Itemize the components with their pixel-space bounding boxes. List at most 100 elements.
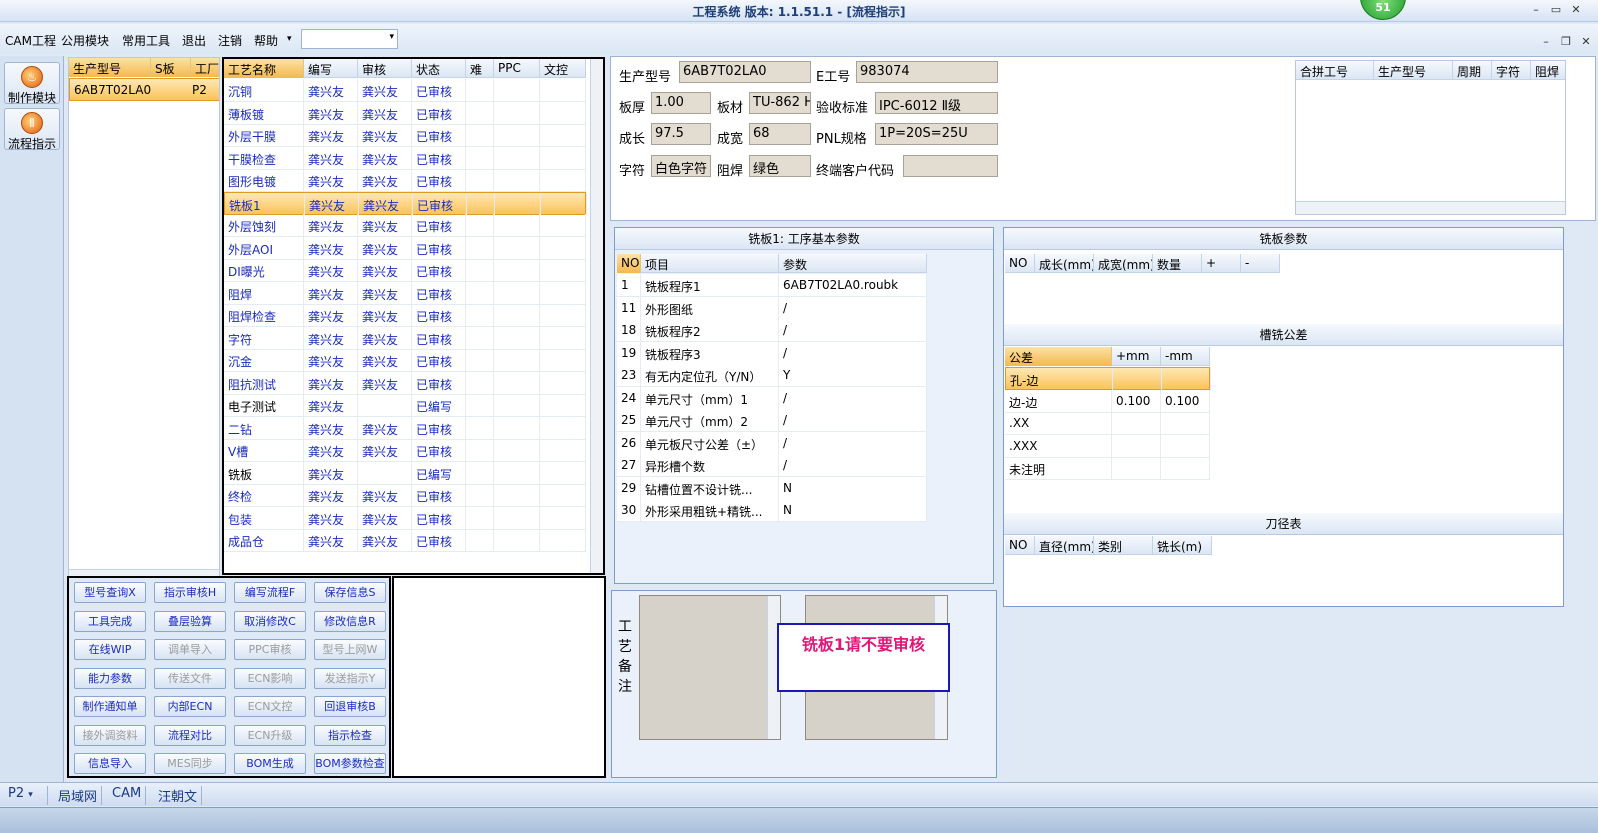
col-header[interactable]: 公差 (1005, 347, 1112, 366)
table-row[interactable]: 29 钻槽位置不设计铣... N (617, 476, 927, 500)
add-button[interactable]: + (1202, 254, 1241, 273)
action-button[interactable]: BOM生成 (234, 753, 306, 774)
menu-logout[interactable]: 注销 (218, 32, 242, 49)
table-row[interactable]: 25 单元尺寸（mm）2/ (617, 409, 927, 432)
table-row[interactable]: 薄板镀 龚兴友 龚兴友 已审核 (224, 101, 586, 125)
col-header[interactable]: 类别 (1094, 536, 1153, 555)
col-header[interactable]: 编写 (304, 59, 358, 78)
action-button[interactable]: ECN升级 (234, 724, 306, 746)
col-header[interactable]: 生产型号 (1374, 61, 1453, 80)
action-button[interactable]: 编写流程F (234, 582, 306, 603)
col-header[interactable]: 生产型号 (69, 58, 151, 77)
action-button[interactable]: 发送指示Y (314, 667, 386, 689)
action-button[interactable]: 工具完成 (74, 610, 146, 632)
table-row[interactable]: 23 有无内定位孔（Y/N） Y (617, 364, 927, 387)
nav-make-module[interactable]: ♨ 制作模块 (4, 62, 60, 105)
close-icon[interactable]: ✕ (1568, 3, 1584, 17)
table-row[interactable]: 18 铣板程序2/ (617, 319, 927, 342)
action-button[interactable]: 修改信息R (314, 610, 386, 632)
action-button[interactable]: 内部ECN (154, 696, 226, 717)
table-row[interactable]: 沉金 龚兴友 龚兴友 已审核 (224, 349, 586, 372)
col-header[interactable]: S板 (151, 58, 191, 77)
mask-field[interactable]: 绿色 (749, 155, 811, 177)
table-row[interactable]: .XX (1005, 412, 1210, 435)
col-header[interactable]: 铣长(m) (1153, 536, 1212, 555)
col-header[interactable]: 成宽(mm) (1094, 254, 1153, 273)
remove-button[interactable]: - (1241, 254, 1280, 273)
menu-cam[interactable]: CAM工程 (5, 32, 56, 49)
col-header[interactable]: NO (617, 254, 641, 273)
table-row[interactable]: 11 外形图纸 / (617, 296, 927, 320)
col-header[interactable]: -mm (1161, 347, 1210, 366)
col-header[interactable]: 状态 (412, 59, 466, 78)
col-header[interactable]: PPC (494, 59, 540, 78)
table-row[interactable]: 外层AOI 龚兴友 龚兴友 已审核 (224, 236, 586, 260)
col-header[interactable]: 工厂 (191, 58, 219, 77)
action-button[interactable]: 回退审核B (314, 696, 386, 717)
material-field[interactable]: TU-862 H (749, 92, 811, 114)
col-header[interactable]: 周期 (1453, 61, 1492, 80)
action-button[interactable]: 型号查询X (74, 582, 146, 603)
restore-icon[interactable]: ▭ (1548, 3, 1564, 17)
menu-tools[interactable]: 常用工具 (122, 32, 170, 49)
action-button[interactable]: 制作通知单 (74, 696, 146, 717)
col-header[interactable]: NO (1005, 254, 1035, 273)
vertical-scrollbar[interactable] (590, 59, 603, 573)
table-row[interactable]: 24 单元尺寸（mm）1/ (617, 386, 927, 410)
table-row[interactable]: 26 单元板尺寸公差（±） / (617, 431, 927, 455)
action-button[interactable]: ECN文控 (234, 696, 306, 717)
action-button[interactable]: ECN影响 (234, 667, 306, 689)
action-button[interactable]: 流程对比 (154, 724, 226, 746)
mdi-minimize-icon[interactable]: – (1538, 35, 1554, 49)
col-header[interactable]: 数量 (1153, 254, 1202, 273)
standard-field[interactable]: IPC-6012 Ⅱ级 (875, 92, 998, 114)
action-button[interactable]: 能力参数 (74, 667, 146, 689)
action-button[interactable]: MES同步 (154, 753, 226, 774)
col-header[interactable]: 难 (466, 59, 494, 78)
action-button[interactable]: 信息导入 (74, 753, 146, 774)
mdi-restore-icon[interactable]: ❐ (1558, 35, 1574, 49)
table-row[interactable]: .XXX (1005, 434, 1210, 458)
action-button[interactable]: 在线WIP (74, 639, 146, 660)
prod-model-field[interactable]: 6AB7T02LA0 (679, 61, 811, 83)
action-button[interactable]: 指示审核H (154, 582, 226, 603)
table-row[interactable]: 1 铣板程序1 6AB7T02LA0.roubk (617, 274, 927, 297)
table-row[interactable]: 二钻 龚兴友 龚兴友 已审核 (224, 416, 586, 440)
table-row[interactable]: 阻抗测试 龚兴友 龚兴友 已审核 (224, 371, 586, 395)
e-no-field[interactable]: 983074 (856, 61, 998, 83)
menu-common[interactable]: 公用模块 (61, 32, 109, 49)
table-row[interactable]: 孔-边 (1005, 367, 1211, 390)
table-row[interactable]: DI曝光 龚兴友 龚兴友 已审核 (224, 259, 586, 282)
pnl-field[interactable]: 1P=20S=25U (875, 123, 998, 145)
table-row[interactable]: 铣板1 龚兴友 龚兴友 已审核 (224, 191, 587, 215)
menu-combo[interactable]: ▾ (301, 29, 398, 49)
table-row[interactable]: 6AB7T02LA0 P2 (69, 78, 219, 101)
customer-field[interactable] (903, 155, 998, 177)
col-header[interactable]: 审核 (358, 59, 412, 78)
col-header[interactable]: 字符 (1492, 61, 1531, 80)
thickness-field[interactable]: 1.00 (651, 92, 711, 114)
table-row[interactable]: 干膜检查 龚兴友 龚兴友 已审核 (224, 146, 586, 170)
col-header[interactable]: 文控 (540, 59, 586, 78)
action-button[interactable]: 保存信息S (314, 582, 386, 603)
action-button[interactable]: 传送文件 (154, 667, 226, 689)
col-header[interactable]: 直径(mm) (1035, 536, 1094, 555)
minimize-icon[interactable]: – (1528, 3, 1544, 17)
col-header[interactable]: 项目 (641, 254, 779, 273)
table-row[interactable]: 外层蚀刻 龚兴友 龚兴友 已审核 (224, 214, 586, 237)
table-row[interactable]: 阻焊 龚兴友 龚兴友 已审核 (224, 281, 586, 305)
table-row[interactable]: 外层干膜 龚兴友 龚兴友 已审核 (224, 124, 586, 147)
char-field[interactable]: 白色字符 (651, 155, 711, 177)
action-button[interactable]: 接外调资料 (74, 724, 146, 746)
nav-process-instruction[interactable]: Ⅱ 流程指示 (4, 108, 60, 151)
horizontal-scrollbar[interactable] (1296, 201, 1565, 214)
mdi-close-icon[interactable]: ✕ (1578, 35, 1594, 49)
table-row[interactable]: 成品仓 龚兴友 龚兴友 已审核 (224, 529, 586, 552)
table-row[interactable]: 字符 龚兴友 龚兴友 已审核 (224, 326, 586, 350)
table-row[interactable]: 27 异形槽个数 / (617, 454, 927, 477)
table-row[interactable]: 19 铣板程序3/ (617, 341, 927, 365)
col-header[interactable]: NO (1005, 536, 1035, 555)
table-row[interactable]: 沉铜 龚兴友 龚兴友 已审核 (224, 79, 586, 102)
action-button[interactable]: PPC审核 (234, 639, 306, 660)
table-row[interactable]: 终检 龚兴友 龚兴友 已审核 (224, 484, 586, 507)
